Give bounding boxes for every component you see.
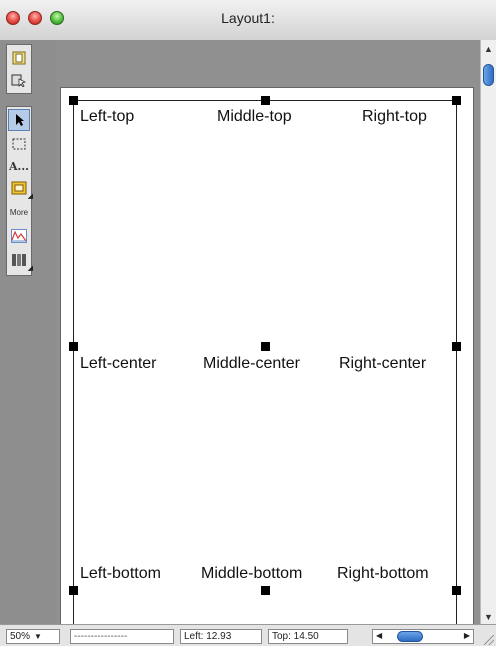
scroll-up-icon[interactable]: ▲ [484, 44, 493, 54]
window-title: Layout1: [221, 10, 275, 26]
text-tool-icon[interactable]: A... [8, 155, 30, 177]
scroll-left-icon[interactable]: ◀ [376, 631, 382, 640]
resize-handle-top-middle[interactable] [261, 96, 270, 105]
resize-handle-top-left[interactable] [69, 96, 78, 105]
label-middle-bottom: Middle-bottom [201, 565, 303, 582]
marquee-select-icon[interactable] [8, 133, 30, 155]
scroll-down-icon[interactable]: ▼ [484, 612, 493, 622]
label-middle-top: Middle-top [217, 108, 292, 125]
resize-handle-center[interactable] [261, 342, 270, 351]
zoom-popup[interactable]: 50% ▼ [6, 629, 60, 644]
more-tool-icon[interactable]: More [8, 201, 30, 223]
resize-handle-middle-right[interactable] [452, 342, 461, 351]
label-middle-center: Middle-center [203, 355, 300, 372]
resize-handle-middle-left[interactable] [69, 342, 78, 351]
rectangle-tool-icon[interactable]: ◢ [8, 177, 33, 200]
tool-palette: A... ◢ More ◢ [0, 40, 56, 624]
title-bar[interactable]: Layout1: [0, 0, 496, 41]
resize-handle-bottom-right[interactable] [452, 586, 461, 595]
layout-window: Layout1: A... ◢ More ◢ Left-top Middle-t… [0, 0, 496, 646]
horizontal-scroll-thumb[interactable] [397, 631, 423, 642]
horizontal-scrollbar[interactable]: ◀ ▶ [372, 629, 474, 644]
status-bar: 50% ▼ ---------------- Left: 12.93 Top: … [0, 624, 496, 646]
resize-handle-top-right[interactable] [452, 96, 461, 105]
vertical-scroll-thumb[interactable] [483, 64, 494, 86]
vertical-scrollbar[interactable]: ▲ ▼ [480, 40, 496, 624]
top-position-field[interactable]: Top: 14.50 [268, 629, 348, 644]
chevron-down-icon: ▼ [34, 632, 42, 641]
browse-mode-icon[interactable] [8, 47, 30, 69]
layout-canvas[interactable]: Left-top Middle-top Right-top Left-cente… [56, 40, 480, 646]
scroll-right-icon[interactable]: ▶ [464, 631, 470, 640]
layout-mode-icon[interactable] [8, 69, 30, 91]
label-left-top: Left-top [80, 108, 135, 125]
left-position-field[interactable]: Left: 12.93 [180, 629, 262, 644]
label-right-center: Right-center [339, 355, 427, 372]
label-right-bottom: Right-bottom [337, 565, 429, 582]
zoom-value: 50% [10, 631, 31, 642]
drawing-tools: A... ◢ More ◢ [6, 106, 33, 276]
column-tool-icon[interactable]: ◢ [8, 249, 33, 272]
layout-page: Left-top Middle-top Right-top Left-cente… [60, 87, 474, 646]
field-name-display: ---------------- [70, 629, 174, 644]
label-left-bottom: Left-bottom [80, 565, 161, 582]
label-right-top: Right-top [362, 108, 427, 125]
mode-tools [6, 44, 32, 94]
label-left-center: Left-center [80, 355, 157, 372]
resize-grip-icon[interactable] [484, 635, 494, 645]
resize-handle-bottom-middle[interactable] [261, 586, 270, 595]
resize-handle-bottom-left[interactable] [69, 586, 78, 595]
chart-tool-icon[interactable] [8, 225, 30, 247]
pointer-icon[interactable] [8, 109, 30, 131]
